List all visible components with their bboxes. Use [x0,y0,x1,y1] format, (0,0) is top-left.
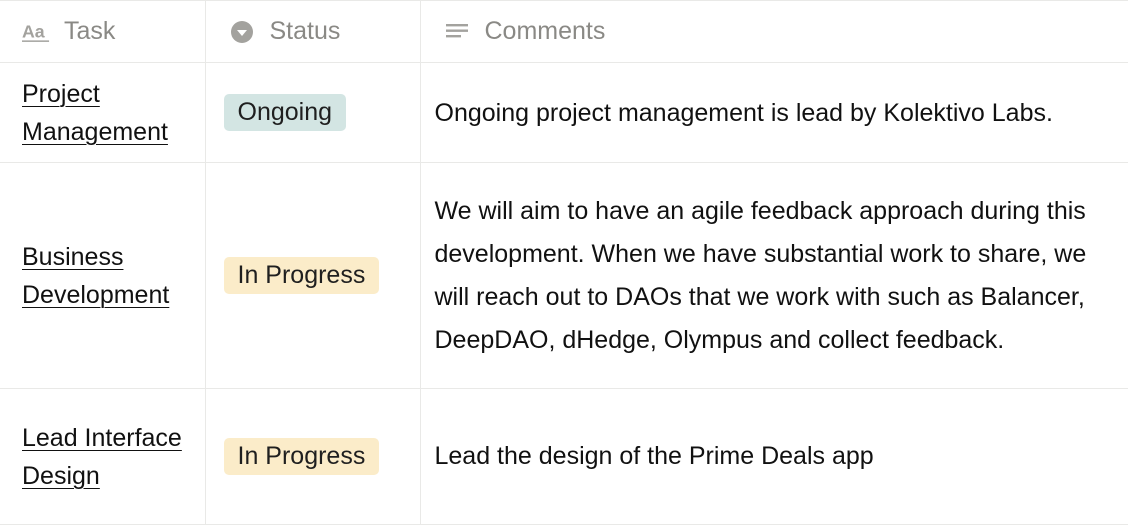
status-cell[interactable]: Ongoing [205,62,421,163]
column-header-task[interactable]: Aa Task [0,0,206,63]
table-row[interactable]: Project Management Ongoing Ongoing proje… [0,62,1128,163]
task-title-link[interactable]: Business Development [22,243,169,309]
column-header-label: Task [64,17,116,45]
column-header-comments[interactable]: Comments [420,0,1128,63]
comments-cell[interactable]: Lead the design of the Prime Deals app [420,388,1128,525]
task-cell[interactable]: Lead Interface Design [0,388,206,525]
header-row: Aa Task Status Comments [0,0,1128,63]
status-badge[interactable]: Ongoing [223,94,347,131]
status-badge[interactable]: In Progress [223,438,380,475]
table-row[interactable]: Business Development In Progress We will… [0,162,1128,389]
text-lines-icon [443,18,471,46]
status-cell[interactable]: In Progress [205,162,421,389]
column-header-status[interactable]: Status [205,0,421,63]
svg-text:Aa: Aa [22,21,45,41]
task-title-link[interactable]: Lead Interface Design [22,424,182,490]
status-badge[interactable]: In Progress [223,257,380,294]
task-cell[interactable]: Project Management [0,62,206,163]
column-header-label: Comments [484,17,606,45]
status-select-icon [228,18,256,46]
comments-cell[interactable]: We will aim to have an agile feedback ap… [420,162,1128,389]
title-aa-icon: Aa [22,18,50,46]
task-cell[interactable]: Business Development [0,162,206,389]
database-table: Aa Task Status Comments Project Manageme… [0,0,1128,525]
status-cell[interactable]: In Progress [205,388,421,525]
comments-cell[interactable]: Ongoing project management is lead by Ko… [420,62,1128,163]
column-header-label: Status [269,17,341,45]
table-row[interactable]: Lead Interface Design In Progress Lead t… [0,388,1128,525]
task-title-link[interactable]: Project Management [22,80,168,146]
